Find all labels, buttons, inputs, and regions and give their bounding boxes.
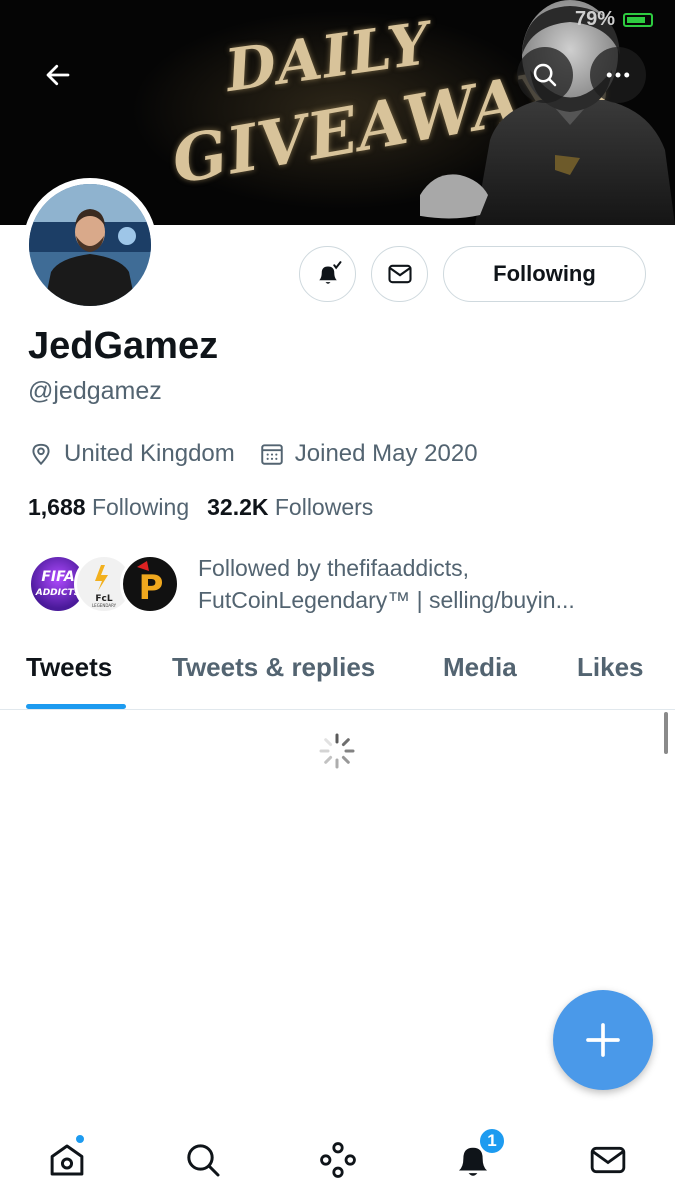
banner-person-image xyxy=(420,0,675,225)
location-pin-icon xyxy=(32,443,50,466)
back-arrow-icon xyxy=(46,64,70,86)
following-button[interactable]: Following xyxy=(443,246,646,302)
home-unread-dot xyxy=(74,1133,86,1145)
followers-label: Followers xyxy=(274,494,374,520)
search-icon xyxy=(533,63,557,87)
battery-percentage: 79% xyxy=(574,8,615,30)
search-icon xyxy=(187,1144,220,1177)
following-count-link[interactable]: 1,688 Following xyxy=(28,494,189,521)
calendar-icon xyxy=(261,444,283,465)
notification-count-badge: 1 xyxy=(478,1127,506,1155)
home-icon xyxy=(50,1144,84,1176)
avatar-photo xyxy=(29,184,151,306)
nav-home[interactable] xyxy=(42,1133,92,1185)
followers-count: 32.2K xyxy=(207,494,269,520)
follower-avatar-third: P xyxy=(120,554,180,614)
following-label: Following xyxy=(91,494,190,520)
scrollbar[interactable] xyxy=(664,712,668,754)
messages-icon xyxy=(590,1146,626,1174)
more-dots-icon xyxy=(606,72,630,78)
nav-messages[interactable] xyxy=(583,1135,633,1185)
profile-meta: United Kingdom Joined May 2020 xyxy=(28,440,502,468)
tab-tweets-and-replies[interactable]: Tweets & replies xyxy=(172,652,375,683)
user-handle: @jedgamez xyxy=(28,377,162,405)
loading-spinner-icon xyxy=(319,733,355,769)
envelope-icon xyxy=(387,264,412,284)
back-button[interactable] xyxy=(30,47,86,103)
p-logo: P xyxy=(137,561,164,608)
active-tab-indicator xyxy=(26,704,126,709)
nav-spaces[interactable] xyxy=(313,1135,363,1185)
nav-notifications[interactable]: 1 xyxy=(448,1127,506,1185)
message-button[interactable] xyxy=(371,246,428,302)
tab-tweets[interactable]: Tweets xyxy=(26,652,112,683)
legendary-logo-text: LEGENDARY xyxy=(92,603,117,608)
notifications-toggle-button[interactable] xyxy=(299,246,356,302)
bottom-navigation: 1 xyxy=(0,1115,675,1200)
followed-by-section[interactable]: FIFA ADDICTS FcL LEGENDARY P Followed by… xyxy=(28,552,648,616)
profile-avatar[interactable] xyxy=(23,178,157,312)
tab-media[interactable]: Media xyxy=(443,652,517,683)
plus-icon xyxy=(586,1023,620,1057)
nav-search[interactable] xyxy=(178,1135,228,1185)
joined-date-text: Joined May 2020 xyxy=(294,440,478,467)
tab-likes[interactable]: Likes xyxy=(577,652,644,683)
location-item: United Kingdom xyxy=(28,440,235,468)
more-options-button[interactable] xyxy=(590,47,646,103)
followed-by-line1: Followed by thefifaaddicts, xyxy=(198,555,470,581)
status-bar: 79% xyxy=(575,8,653,31)
followed-by-line2: FutCoinLegendary™ | selling/buyin... xyxy=(198,587,575,613)
battery-icon xyxy=(623,12,653,27)
profile-tabs: Tweets Tweets & replies Media Likes xyxy=(0,640,675,710)
p-logo-text: P xyxy=(139,568,164,608)
spaces-icon xyxy=(320,1142,356,1178)
joined-item: Joined May 2020 xyxy=(259,440,478,468)
bell-check-icon xyxy=(318,261,341,284)
location-text: United Kingdom xyxy=(64,440,235,467)
followed-by-text: Followed by thefifaaddicts, FutCoinLegen… xyxy=(198,552,648,616)
display-name: JedGamez xyxy=(28,325,219,367)
following-count: 1,688 xyxy=(28,494,86,520)
fifa-logo-text: FIFA xyxy=(41,569,74,585)
compose-tweet-button[interactable] xyxy=(553,990,653,1090)
addicts-logo-text: ADDICTS xyxy=(35,588,80,598)
follow-counts: 1,688 Following 32.2K Followers xyxy=(28,494,373,521)
followers-count-link[interactable]: 32.2K Followers xyxy=(207,494,373,521)
search-profile-button[interactable] xyxy=(517,47,573,103)
